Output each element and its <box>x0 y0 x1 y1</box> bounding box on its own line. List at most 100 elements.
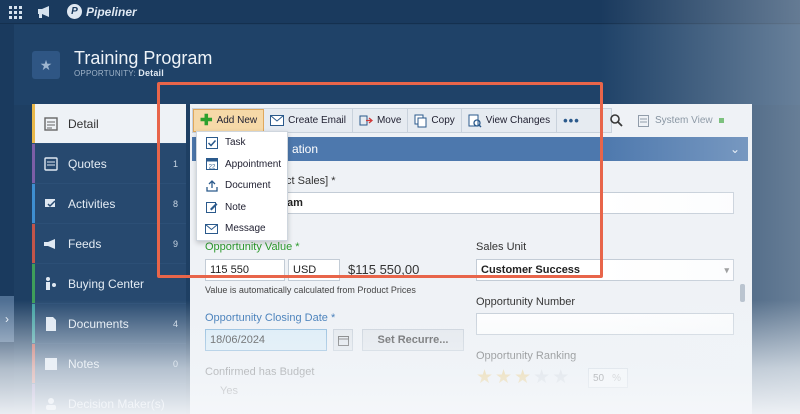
opportunity-name-field[interactable]: am <box>286 192 734 214</box>
pipeliner-logo[interactable]: P Pipeliner <box>67 4 137 19</box>
set-recurrence-button[interactable]: Set Recurre... <box>362 329 464 351</box>
menu-item-label: Document <box>225 180 271 192</box>
favorite-star-icon[interactable]: ★ <box>32 51 60 79</box>
sidebar-item-decision-makers[interactable]: Decision Maker(s) <box>32 384 186 414</box>
sidebar-item-detail[interactable]: Detail <box>32 104 186 144</box>
copy-button[interactable]: Copy <box>408 109 462 132</box>
move-button[interactable]: Move <box>353 109 409 132</box>
sidebar-item-count: 4 <box>172 318 178 329</box>
brand-name: Pipeliner <box>86 4 137 19</box>
menu-item-label: Message <box>225 223 266 235</box>
accent-bar <box>32 144 35 183</box>
message-icon <box>205 222 218 235</box>
sidebar-item-label: Decision Maker(s) <box>68 396 165 411</box>
closing-date-input[interactable]: 18/06/2024 <box>205 329 327 351</box>
task-icon <box>205 136 218 149</box>
quotes-icon <box>42 156 60 172</box>
star-icon[interactable]: ★ <box>552 368 569 387</box>
left-edge-strip <box>0 24 14 414</box>
view-name: Detail <box>138 68 164 78</box>
add-new-button[interactable]: ✚ Add New <box>193 109 265 132</box>
ranking-stars[interactable]: ★ ★ ★ ★ ★ <box>476 368 569 387</box>
view-changes-icon <box>468 114 482 127</box>
chevron-down-icon[interactable]: ⌄ <box>730 142 740 156</box>
svg-text:22: 22 <box>208 165 215 171</box>
copy-label: Copy <box>431 115 455 126</box>
menu-item-message[interactable]: Message <box>197 218 287 240</box>
system-view-selector[interactable]: System View <box>638 108 724 133</box>
opportunity-value-input[interactable]: 115 550 <box>205 259 285 281</box>
confirmed-budget-value: Yes <box>220 385 238 397</box>
sidebar-item-feeds[interactable]: Feeds 9 <box>32 224 186 264</box>
document-icon <box>205 179 218 192</box>
expand-panel-chevron-icon[interactable]: › <box>0 296 14 342</box>
opportunity-value-amount: 115 550 <box>210 264 249 276</box>
sales-unit-value: Customer Success <box>481 264 581 276</box>
closing-date-label: Opportunity Closing Date * <box>205 312 336 324</box>
accent-bar <box>32 304 35 343</box>
system-view-label: System View <box>655 115 713 126</box>
opportunity-number-label: Opportunity Number <box>476 296 576 308</box>
status-dot-icon <box>718 118 724 123</box>
accent-bar <box>32 104 35 143</box>
star-icon[interactable]: ★ <box>533 368 550 387</box>
search-icon[interactable] <box>602 108 630 133</box>
sidebar-item-count: 1 <box>172 158 178 169</box>
sidebar-item-label: Detail <box>68 116 99 131</box>
accent-bar <box>32 224 35 263</box>
sidebar-item-quotes[interactable]: Quotes 1 <box>32 144 186 184</box>
menu-item-document[interactable]: Document <box>197 175 287 197</box>
menu-item-task[interactable]: Task <box>197 132 287 154</box>
currency-select[interactable]: USD <box>288 259 340 281</box>
add-new-menu: Task 22 Appointment Document Note Messag… <box>196 131 288 241</box>
sidebar-item-label: Documents <box>68 316 129 331</box>
sidebar-item-label: Feeds <box>68 236 102 251</box>
sales-unit-select[interactable]: Customer Success ▾ <box>476 259 734 281</box>
star-icon[interactable]: ★ <box>514 368 531 387</box>
sidebar-item-activities[interactable]: Activities 8 <box>32 184 186 224</box>
ranking-percent-input[interactable]: 50 % <box>588 368 628 388</box>
menu-item-appointment[interactable]: 22 Appointment <box>197 154 287 176</box>
sidebar-item-count: 8 <box>172 198 178 209</box>
megaphone-icon[interactable] <box>37 5 53 18</box>
confirmed-budget-label: Confirmed has Budget <box>205 366 315 378</box>
sales-unit-label: Sales Unit <box>476 241 527 253</box>
value-calculation-note: Value is automatically calculated from P… <box>205 285 416 295</box>
menu-item-label: Note <box>225 201 247 213</box>
sidebar-item-notes[interactable]: Notes 0 <box>32 344 186 384</box>
menu-item-label: Appointment <box>225 158 282 170</box>
envelope-icon <box>270 115 285 126</box>
ranking-value: 50 <box>593 372 605 384</box>
opportunity-value-display: $115 550,00 <box>348 262 420 277</box>
opportunity-number-field[interactable] <box>476 313 734 335</box>
copy-icon <box>414 114 427 127</box>
star-icon[interactable]: ★ <box>495 368 512 387</box>
star-icon[interactable]: ★ <box>476 368 493 387</box>
page-title: Training Program <box>74 48 213 68</box>
sidebar-item-documents[interactable]: Documents 4 <box>32 304 186 344</box>
move-label: Move <box>376 115 402 126</box>
view-changes-button[interactable]: View Changes <box>462 109 558 132</box>
sidebar-item-label: Activities <box>68 196 116 211</box>
opportunity-name-label: ct Sales] * <box>286 175 336 187</box>
more-actions-button[interactable]: ••• <box>557 109 586 132</box>
accent-bar <box>32 184 35 223</box>
action-toolbar: ✚ Add New Create Email Move Copy View Ch… <box>192 108 612 133</box>
record-sidebar: Detail Quotes 1 Activities 8 Feeds 9 Buy… <box>32 104 186 414</box>
create-email-button[interactable]: Create Email <box>264 109 353 132</box>
move-icon <box>359 115 373 126</box>
activities-icon <box>42 196 60 212</box>
app-grid-icon[interactable] <box>9 6 22 19</box>
feeds-icon <box>42 236 60 252</box>
calendar-icon[interactable] <box>333 329 353 351</box>
sidebar-item-buying-center[interactable]: Buying Center <box>32 264 186 304</box>
chevron-down-icon: ▾ <box>724 264 729 275</box>
opportunity-name-value: am <box>287 197 303 209</box>
sidebar-item-count: 9 <box>172 238 178 249</box>
accent-bar <box>32 344 35 383</box>
currency-value: USD <box>293 264 317 276</box>
note-icon <box>205 201 218 214</box>
scrollbar[interactable] <box>740 284 745 302</box>
decision-maker-icon <box>42 396 60 412</box>
menu-item-note[interactable]: Note <box>197 197 287 219</box>
